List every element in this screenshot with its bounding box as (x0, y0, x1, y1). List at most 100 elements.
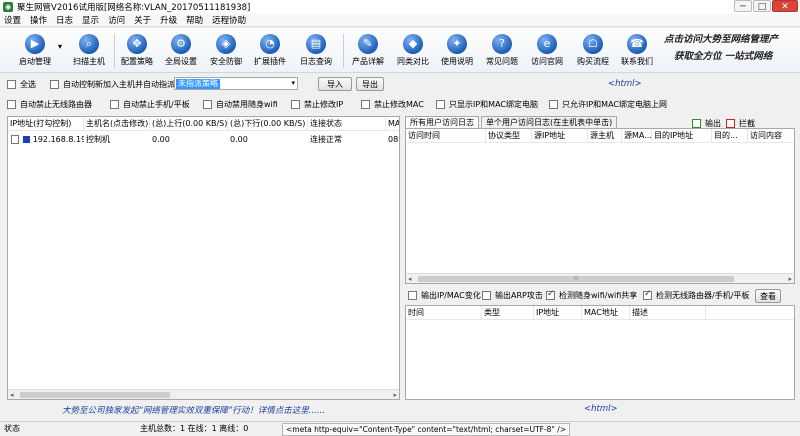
col-dst[interactable]: 目的... (712, 129, 748, 143)
html-tag-top: <html> (608, 79, 642, 89)
block-portable-wifi-label: 自动禁用随身wifi (216, 100, 278, 109)
col-access-time[interactable]: 访问时间 (406, 129, 486, 143)
cart-icon: ☖ (583, 34, 603, 54)
checkbox-box (482, 291, 491, 300)
menu-bar: 设置 操作 日志 显示 访问 关于 升级 帮助 远程协助 (0, 14, 800, 27)
export-button[interactable]: 导出 (356, 77, 384, 91)
official-site-label: 访问官网 (531, 57, 563, 66)
col-description[interactable]: 描述 (630, 306, 706, 320)
col-status[interactable]: 连接状态 (308, 117, 386, 131)
output-arp-attack-checkbox[interactable]: 输出ARP攻击 (482, 290, 543, 301)
host-table-scrollbar[interactable]: ◂ ▸ (8, 389, 399, 399)
col-upload[interactable]: (总)上行(0.00 KB/S) (150, 117, 228, 131)
policy-select[interactable]: 未指派策略 ▾ (174, 77, 298, 90)
row-status: 连接正常 (310, 135, 342, 144)
block-wireless-router-label: 自动禁止无线路由器 (20, 100, 92, 109)
minimize-button[interactable]: ─ (734, 0, 752, 12)
global-settings-button[interactable]: ⚙ 全局设置 (158, 31, 204, 67)
auto-control-checkbox[interactable]: 自动控制新加入主机并自动指派 (50, 79, 175, 90)
block-phone-tablet-checkbox[interactable]: 自动禁止手机/平板 (110, 99, 190, 110)
chevron-down-icon[interactable]: ▾ (58, 42, 62, 51)
promo-line-2: 获取全方位 一站式网络 (674, 51, 773, 62)
checkbox-box (546, 289, 555, 300)
col-ip-address[interactable]: IP地址 (534, 306, 582, 320)
menu-display[interactable]: 显示 (82, 14, 99, 26)
col-download[interactable]: (总)下行(0.00 KB/S) (228, 117, 308, 131)
col-src-host[interactable]: 源主机 (588, 129, 622, 143)
scrollbar-thumb[interactable]: III (418, 276, 734, 282)
instructions-icon: ✦ (447, 34, 467, 54)
col-time[interactable]: 时间 (406, 306, 482, 320)
output-ip-mac-change-checkbox[interactable]: 输出IP/MAC变化 (408, 290, 481, 301)
menu-settings[interactable]: 设置 (4, 14, 21, 26)
menu-help[interactable]: 帮助 (186, 14, 203, 26)
scroll-right-icon[interactable]: ▸ (788, 274, 792, 283)
purchase-button[interactable]: ☖ 购买流程 (570, 31, 616, 67)
row-checkbox[interactable] (11, 135, 20, 144)
menu-access[interactable]: 访问 (108, 14, 125, 26)
detect-router-checkbox[interactable]: 检测无线路由器/手机/平板 (643, 289, 749, 301)
checkbox-box (361, 100, 370, 109)
scan-host-button[interactable]: ⌕ 扫描主机 (66, 31, 112, 67)
tab-all-users-log[interactable]: 所有用户访问日志 (405, 116, 479, 128)
config-policy-button[interactable]: ✥ 配置策略 (114, 31, 160, 67)
maximize-button[interactable]: □ (753, 0, 771, 12)
scroll-left-icon[interactable]: ◂ (408, 274, 412, 283)
detect-portable-wifi-label: 检测随身wifi/wifi共享 (559, 291, 638, 300)
detect-portable-wifi-checkbox[interactable]: 检测随身wifi/wifi共享 (546, 289, 638, 301)
compare-button[interactable]: ◆ 同类对比 (390, 31, 436, 67)
col-mac-address[interactable]: MAC地址 (582, 306, 630, 320)
scroll-left-icon[interactable]: ◂ (10, 390, 14, 399)
col-hostname[interactable]: 主机名(点击修改) (84, 117, 150, 131)
product-details-button[interactable]: ✎ 产品详解 (345, 31, 391, 67)
show-bound-only-checkbox[interactable]: 只显示IP和MAC绑定电脑 (436, 99, 538, 110)
log-icon: ▤ (306, 34, 326, 54)
menu-about[interactable]: 关于 (134, 14, 151, 26)
tab-single-user-log[interactable]: 单个用户访问日志(在主机表中单击) (481, 116, 618, 128)
allow-bound-only-checkbox[interactable]: 只允许IP和MAC绑定电脑上网 (549, 99, 667, 110)
status-meta: <meta http-equiv="Content-Type" content=… (282, 423, 571, 436)
close-button[interactable]: ✕ (772, 0, 798, 12)
options-row-2: 自动禁止无线路由器 自动禁止手机/平板 自动禁用随身wifi 禁止修改IP 禁止… (0, 96, 800, 112)
scroll-right-icon[interactable]: ▸ (393, 390, 397, 399)
contact-button[interactable]: ☎ 联系我们 (614, 31, 660, 67)
promo-link[interactable]: 大势至公司独家发起“网络管理实效双重保障”行动！详情点击这里...... (62, 404, 325, 416)
output-arp-attack-label: 输出ARP攻击 (495, 291, 543, 300)
col-dst-ip[interactable]: 目的IP地址 (652, 129, 712, 143)
menu-log[interactable]: 日志 (56, 14, 73, 26)
table-row[interactable]: 192.168.8.196 控制机 0.00 0.00 连接正常 08 (8, 133, 399, 146)
col-src-mac[interactable]: 源MA... (622, 129, 652, 143)
block-phone-tablet-label: 自动禁止手机/平板 (123, 100, 190, 109)
col-ip[interactable]: IP地址(打勾控制) (8, 117, 84, 131)
access-log-scrollbar[interactable]: ◂ III ▸ (406, 273, 794, 283)
col-content[interactable]: 访问内容 (748, 129, 794, 143)
log-query-label: 日志查询 (300, 57, 332, 66)
col-type[interactable]: 类型 (482, 306, 534, 320)
menu-remote-assist[interactable]: 远程协助 (212, 14, 246, 26)
block-ip-change-checkbox[interactable]: 禁止修改IP (291, 99, 343, 110)
faq-button[interactable]: ? 常见问题 (479, 31, 525, 67)
scrollbar-thumb[interactable] (20, 392, 170, 398)
promo-banner[interactable]: 点击访问大势至网络管理产 获取全方位 一站式网络 (662, 31, 800, 71)
block-mac-change-checkbox[interactable]: 禁止修改MAC (361, 99, 424, 110)
allow-bound-only-label: 只允许IP和MAC绑定电脑上网 (562, 100, 668, 109)
block-wireless-router-checkbox[interactable]: 自动禁止无线路由器 (7, 99, 92, 110)
block-portable-wifi-checkbox[interactable]: 自动禁用随身wifi (203, 99, 278, 110)
official-site-button[interactable]: e 访问官网 (524, 31, 570, 67)
menu-operate[interactable]: 操作 (30, 14, 47, 26)
import-button[interactable]: 导入 (318, 77, 352, 91)
menu-upgrade[interactable]: 升级 (160, 14, 177, 26)
plugins-button[interactable]: ◔ 扩展插件 (247, 31, 293, 67)
col-mac[interactable]: MA (386, 117, 399, 131)
instructions-button[interactable]: ✦ 使用说明 (434, 31, 480, 67)
select-all-checkbox[interactable]: 全选 (7, 79, 36, 90)
security-defense-button[interactable]: ◈ 安全防御 (203, 31, 249, 67)
start-manage-button[interactable]: ▶ 启动管理 (12, 31, 58, 67)
product-details-label: 产品详解 (352, 57, 384, 66)
query-button[interactable]: 查看 (755, 289, 781, 303)
col-protocol[interactable]: 协议类型 (486, 129, 532, 143)
col-src-ip[interactable]: 源IP地址 (532, 129, 588, 143)
log-query-button[interactable]: ▤ 日志查询 (293, 31, 339, 67)
alert-table-header: 时间 类型 IP地址 MAC地址 描述 (406, 306, 794, 320)
question-icon: ? (492, 34, 512, 54)
